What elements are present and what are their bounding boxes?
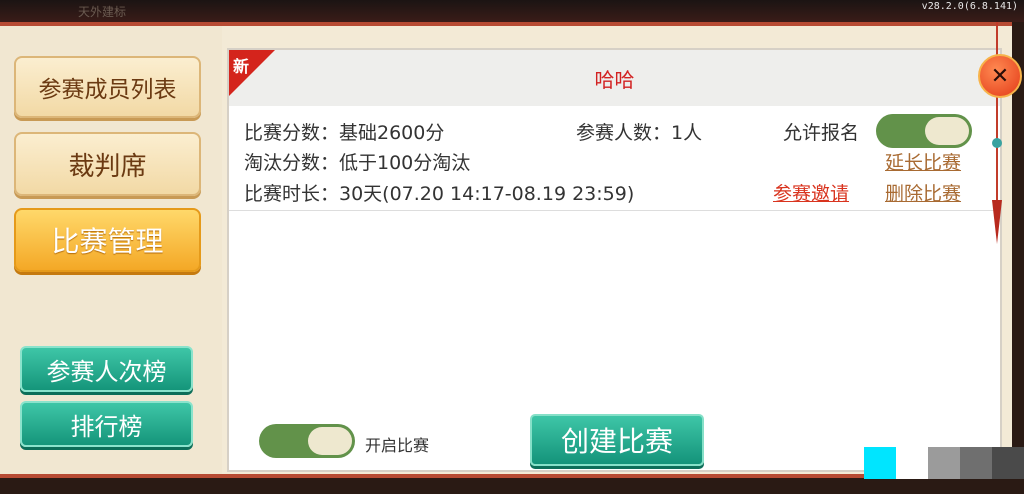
close-icon[interactable]: ✕	[978, 54, 1022, 98]
match-score: 比赛分数：基础2600分	[244, 122, 445, 144]
create-match-button[interactable]: 创建比赛	[530, 414, 704, 466]
sidebar-item-label: 裁判席	[68, 151, 147, 182]
match-card: 哈哈 新 比赛分数：基础2600分 参赛人数：1人 允许报名 淘汰分数：低于10…	[227, 48, 1002, 472]
toggle-knob	[308, 427, 352, 455]
button-label: 排行榜	[70, 412, 143, 441]
swatch-white	[896, 447, 928, 479]
swatch-darker-gray	[992, 447, 1024, 479]
match-player-count: 参赛人数：1人	[576, 122, 703, 144]
start-match-label: 开启比赛	[365, 436, 430, 455]
sidebar-item-referee[interactable]: 裁判席	[14, 132, 201, 196]
version-label: v28.2.0(6.8.141)	[921, 1, 1018, 12]
sidebar: 参赛成员列表 裁判席 比赛管理 参赛人次榜 排行榜	[0, 26, 222, 474]
button-label: 参赛人次榜	[46, 357, 167, 386]
leaderboard-button[interactable]: 排行榜	[20, 401, 193, 447]
match-duration: 比赛时长：30天(07.20 14:17-08.19 23:59)	[244, 183, 635, 205]
button-label: 创建比赛	[560, 425, 673, 458]
ornament-tassel	[992, 200, 1002, 244]
sidebar-item-label: 比赛管理	[51, 225, 164, 258]
swatch-dark-gray	[960, 447, 992, 479]
match-title: 哈哈	[594, 67, 635, 92]
participation-ranking-button[interactable]: 参赛人次榜	[20, 346, 193, 392]
sidebar-item-label: 参赛成员列表	[38, 77, 177, 103]
main-panel: 参赛成员列表 裁判席 比赛管理 参赛人次榜 排行榜 哈哈 新 比赛分数：基础26…	[0, 22, 1012, 478]
delete-match-link[interactable]: 删除比赛	[885, 179, 961, 206]
allow-signup-label: 允许报名	[783, 122, 860, 144]
match-elimination: 淘汰分数：低于100分淘汰	[244, 152, 471, 174]
match-info: 比赛分数：基础2600分 参赛人数：1人 允许报名 淘汰分数：低于100分淘汰 …	[229, 106, 1000, 211]
sidebar-item-members[interactable]: 参赛成员列表	[14, 56, 201, 118]
allow-signup-toggle[interactable]	[876, 114, 972, 148]
invite-link[interactable]: 参赛邀请	[773, 179, 849, 206]
faint-header-text: 天外建标	[78, 5, 127, 19]
toggle-knob	[925, 117, 969, 145]
new-badge-text: 新	[233, 57, 250, 76]
match-card-header: 哈哈	[229, 50, 1000, 106]
top-bar: 天外建标 v28.2.0(6.8.141)	[0, 0, 1024, 22]
swatch-cyan	[864, 447, 896, 479]
start-match-toggle[interactable]	[259, 424, 355, 458]
extend-match-link[interactable]: 延长比赛	[885, 148, 961, 175]
swatch-gray	[928, 447, 960, 479]
ornament-knot	[992, 138, 1002, 148]
sidebar-item-match-management[interactable]: 比赛管理	[14, 208, 201, 272]
